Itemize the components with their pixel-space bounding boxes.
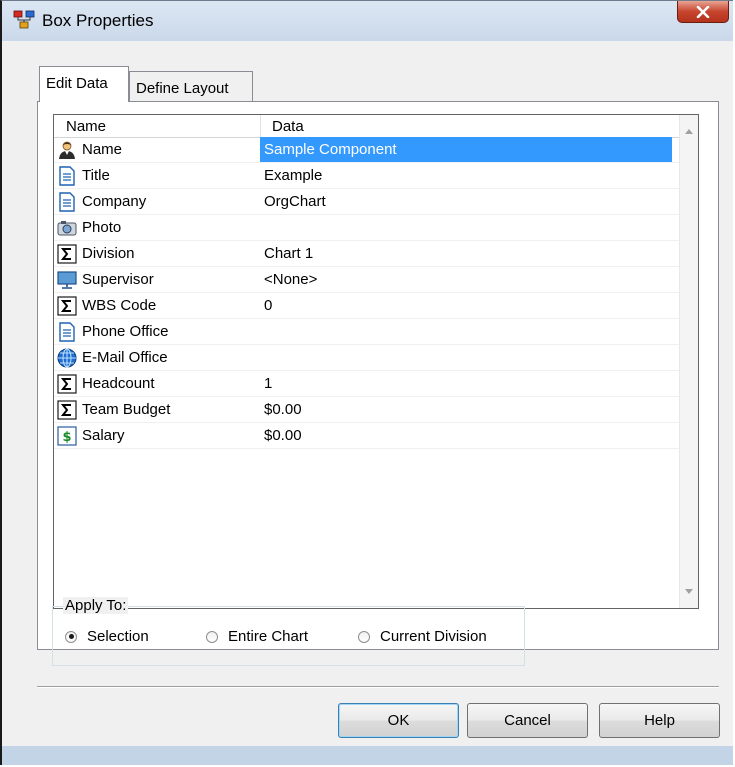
- table-row[interactable]: Name Sample Component: [54, 137, 679, 163]
- apply-to-group: Apply To: Selection Entire Chart Current…: [52, 597, 525, 666]
- field-name-label: Division: [82, 245, 135, 262]
- close-button[interactable]: [677, 1, 729, 23]
- dollar-icon: $: [56, 425, 78, 447]
- svg-text:$: $: [62, 430, 71, 445]
- field-value-cell[interactable]: Example: [260, 163, 672, 188]
- field-name-label: Name: [82, 141, 123, 158]
- document-icon: [56, 321, 78, 343]
- grid-rows: Name Sample Component Title Example Company O…: [54, 137, 679, 449]
- radio-button-current-division[interactable]: [358, 630, 370, 643]
- radio-button-entire-chart[interactable]: [206, 630, 218, 643]
- close-icon: [696, 5, 710, 18]
- field-name-cell[interactable]: Photo: [54, 215, 260, 240]
- cancel-button[interactable]: Cancel: [467, 703, 588, 738]
- table-row[interactable]: WBS Code 0: [54, 293, 679, 319]
- monitor-icon: [56, 269, 78, 291]
- data-grid[interactable]: Name Data Name Sample Component Title Examp…: [53, 114, 699, 609]
- field-value-cell[interactable]: Chart 1: [260, 241, 672, 266]
- field-value-cell[interactable]: $0.00: [260, 423, 672, 448]
- radio-label-entire-chart: Entire Chart: [228, 628, 309, 645]
- table-row[interactable]: Title Example: [54, 163, 679, 189]
- field-name-cell[interactable]: Phone Office: [54, 319, 260, 344]
- table-row[interactable]: Supervisor <None>: [54, 267, 679, 293]
- camera-icon: [56, 217, 78, 239]
- table-row[interactable]: Headcount 1: [54, 371, 679, 397]
- field-value-cell[interactable]: 0: [260, 293, 672, 318]
- edit-data-panel: Name Data Name Sample Component Title Examp…: [37, 101, 719, 650]
- field-value-cell[interactable]: OrgChart: [260, 189, 672, 214]
- table-row[interactable]: Phone Office: [54, 319, 679, 345]
- separator: [37, 686, 719, 688]
- tab-edit-data[interactable]: Edit Data: [39, 66, 129, 102]
- window-title: Box Properties: [42, 11, 154, 30]
- field-name-label: Company: [82, 193, 147, 210]
- field-value-cell[interactable]: $0.00: [260, 397, 672, 422]
- vertical-scrollbar[interactable]: [679, 115, 698, 608]
- field-name-label: Phone Office: [82, 323, 169, 340]
- field-name-cell[interactable]: Division: [54, 241, 260, 266]
- field-name-cell[interactable]: Headcount: [54, 371, 260, 396]
- field-name-cell[interactable]: Title: [54, 163, 260, 188]
- field-value-cell[interactable]: Sample Component: [260, 137, 672, 162]
- field-name-label: Supervisor: [82, 271, 154, 288]
- radio-label-current-division: Current Division: [380, 628, 487, 645]
- field-name-cell[interactable]: E-Mail Office: [54, 345, 260, 370]
- field-name-label: Photo: [82, 219, 122, 236]
- apply-to-label: Apply To:: [63, 597, 129, 614]
- table-row[interactable]: E-Mail Office: [54, 345, 679, 371]
- radio-selection[interactable]: Selection: [65, 628, 149, 645]
- radio-current-division[interactable]: Current Division: [358, 628, 487, 645]
- sigma-icon: [56, 243, 78, 265]
- radio-entire-chart[interactable]: Entire Chart: [206, 628, 308, 645]
- tab-define-layout[interactable]: Define Layout: [129, 71, 253, 101]
- sigma-icon: [56, 373, 78, 395]
- table-row[interactable]: Company OrgChart: [54, 189, 679, 215]
- radio-label-selection: Selection: [87, 628, 149, 645]
- scroll-up-arrow-icon[interactable]: [685, 129, 693, 134]
- column-header-name[interactable]: Name: [66, 118, 106, 135]
- field-name-cell[interactable]: WBS Code: [54, 293, 260, 318]
- sigma-icon: [56, 399, 78, 421]
- field-name-cell[interactable]: Name: [54, 137, 260, 162]
- field-name-label: Salary: [82, 427, 125, 444]
- table-row[interactable]: Team Budget $0.00: [54, 397, 679, 423]
- radio-button-selection[interactable]: [65, 630, 77, 643]
- field-name-cell[interactable]: Supervisor: [54, 267, 260, 292]
- table-row[interactable]: $ Salary $0.00: [54, 423, 679, 449]
- field-value-cell[interactable]: [260, 319, 672, 344]
- field-value-cell[interactable]: <None>: [260, 267, 672, 292]
- field-name-label: Team Budget: [82, 401, 171, 418]
- field-name-cell[interactable]: $ Salary: [54, 423, 260, 448]
- window-bottom-frame: [2, 746, 733, 765]
- field-name-label: E-Mail Office: [82, 349, 168, 366]
- document-icon: [56, 191, 78, 213]
- scroll-down-arrow-icon[interactable]: [685, 589, 693, 594]
- help-button[interactable]: Help: [599, 703, 720, 738]
- field-value-cell[interactable]: [260, 345, 672, 370]
- person-icon: [56, 139, 78, 161]
- field-name-cell[interactable]: Company: [54, 189, 260, 214]
- globe-icon: [56, 347, 78, 369]
- field-name-label: WBS Code: [82, 297, 157, 314]
- ok-button[interactable]: OK: [338, 703, 459, 738]
- field-name-label: Title: [82, 167, 110, 184]
- table-row[interactable]: Division Chart 1: [54, 241, 679, 267]
- field-name-cell[interactable]: Team Budget: [54, 397, 260, 422]
- box-properties-dialog: Box Properties Edit Data Define Layout N…: [0, 0, 733, 765]
- sigma-icon: [56, 295, 78, 317]
- field-value-cell[interactable]: [260, 215, 672, 240]
- column-header-data[interactable]: Data: [272, 118, 304, 135]
- title-bar[interactable]: Box Properties: [2, 1, 733, 41]
- document-icon: [56, 165, 78, 187]
- field-name-label: Headcount: [82, 375, 155, 392]
- table-row[interactable]: Photo: [54, 215, 679, 241]
- org-chart-app-icon: [13, 10, 35, 30]
- field-value-cell[interactable]: 1: [260, 371, 672, 396]
- dialog-client-area: Edit Data Define Layout Name Data Name Sa…: [2, 41, 733, 765]
- grid-header: Name Data: [54, 115, 679, 138]
